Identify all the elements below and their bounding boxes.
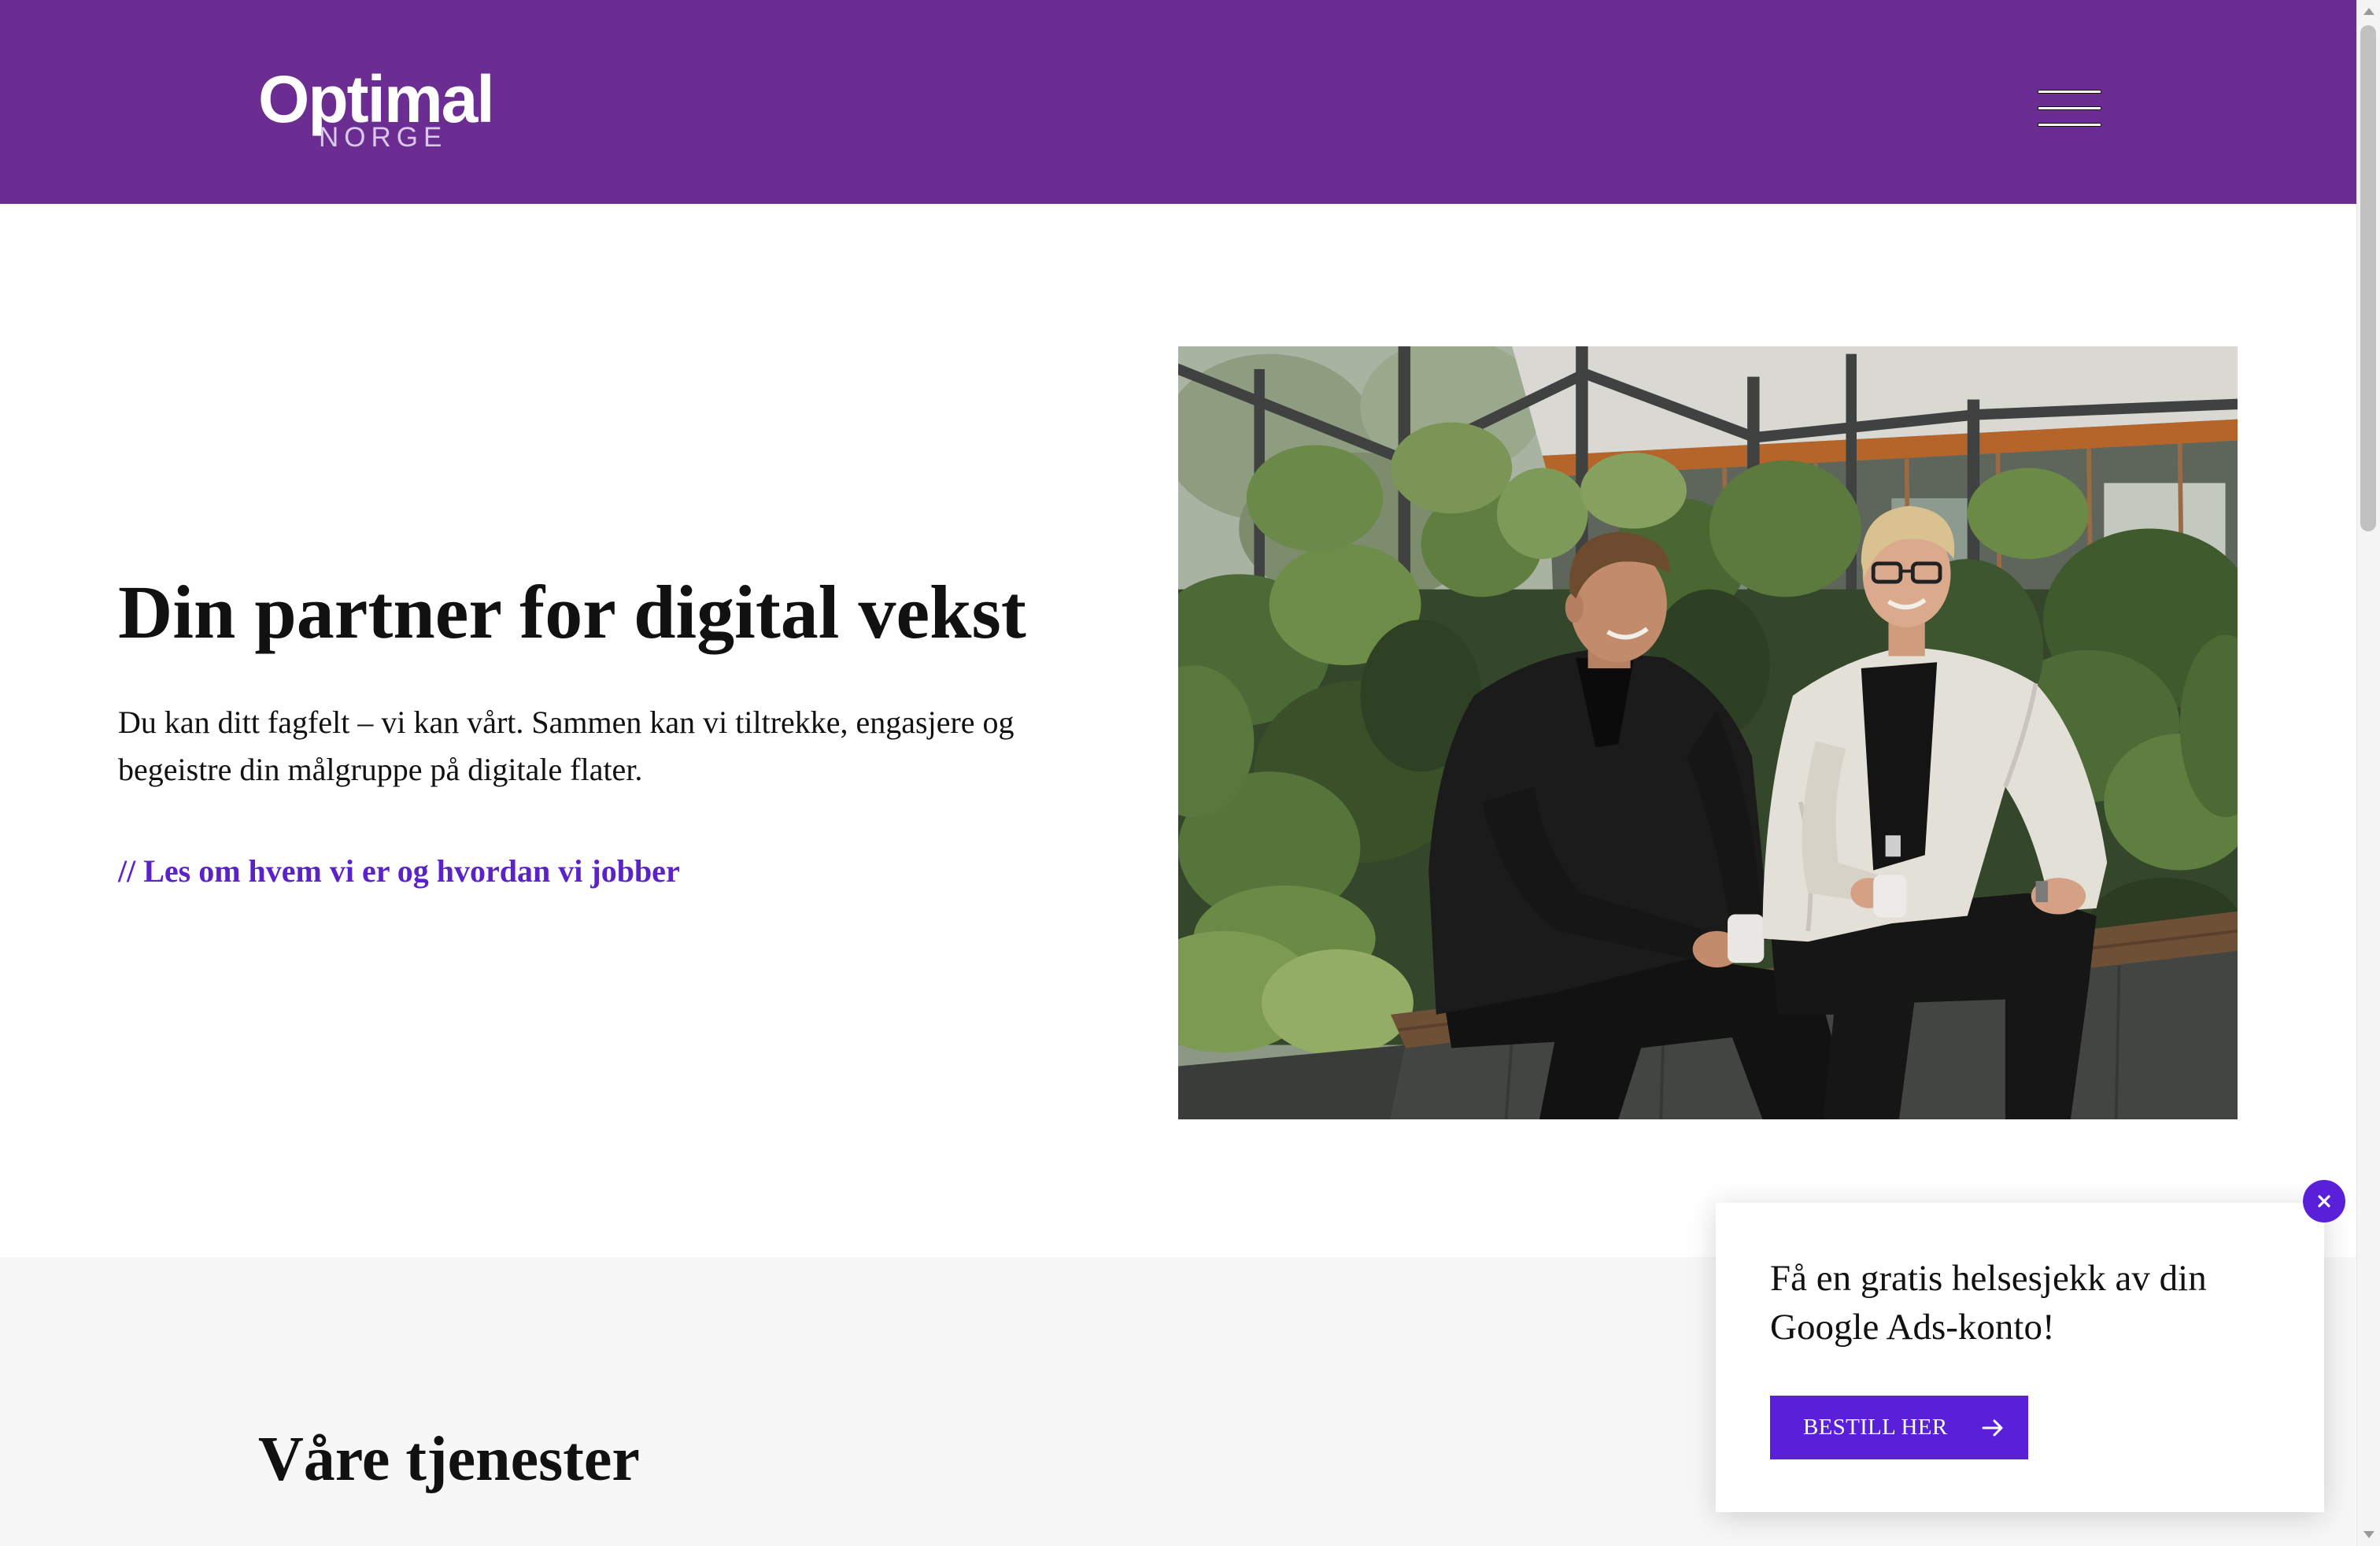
logo[interactable]: Optimal NORGE xyxy=(258,66,510,161)
hero-photo-image xyxy=(1178,346,2238,1119)
scroll-down-arrow-icon[interactable] xyxy=(2363,1531,2374,1538)
menu-icon-bar xyxy=(2038,123,2101,127)
arrow-right-icon xyxy=(1982,1419,2003,1436)
menu-button[interactable] xyxy=(2035,85,2106,134)
menu-icon-bar xyxy=(2038,90,2101,94)
order-button-label: BESTILL HER xyxy=(1803,1415,1948,1440)
order-button[interactable]: BESTILL HER xyxy=(1770,1396,2028,1459)
logo-subtitle: NORGE xyxy=(319,122,448,153)
site-header: Optimal NORGE xyxy=(0,0,2356,204)
scroll-up-arrow-icon[interactable] xyxy=(2363,8,2374,15)
menu-icon-bar xyxy=(2038,106,2101,110)
scrollbar[interactable] xyxy=(2356,0,2380,1546)
services-title: Våre tjenester xyxy=(258,1425,640,1494)
scrollbar-thumb[interactable] xyxy=(2360,25,2376,531)
hero-photo xyxy=(1178,346,2238,1119)
hero-title: Din partner for digital vekst xyxy=(118,570,1026,654)
promo-popup: Få en gratis helsesjekk av din Google Ad… xyxy=(1716,1203,2324,1512)
popup-close-button[interactable] xyxy=(2303,1180,2345,1222)
close-icon xyxy=(2318,1195,2330,1208)
about-us-link[interactable]: // Les om hvem vi er og hvordan vi jobbe… xyxy=(118,848,680,895)
hero-section: Din partner for digital vekst Du kan dit… xyxy=(0,204,2356,1257)
popup-message: Få en gratis helsesjekk av din Google Ad… xyxy=(1770,1258,2207,1348)
hero-description: Du kan ditt fagfelt – vi kan vårt. Samme… xyxy=(118,705,1014,787)
hero-text-block: Din partner for digital vekst Du kan dit… xyxy=(118,567,1078,895)
hamburger-menu-icon xyxy=(2038,90,2102,129)
page: Optimal NORGE Din partner for digital ve… xyxy=(0,0,2356,1546)
